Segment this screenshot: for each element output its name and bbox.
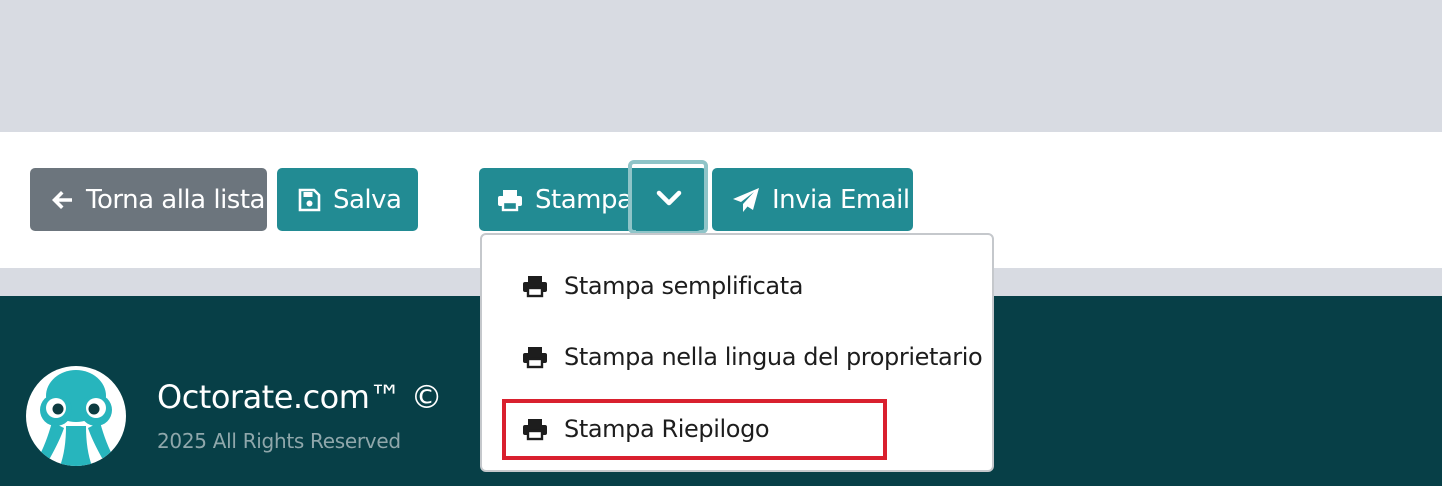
print-dropdown-menu: Stampa semplificata Stampa nella lingua … (480, 233, 994, 472)
chevron-down-icon (656, 189, 682, 211)
arrow-left-icon (50, 188, 74, 212)
back-button-label: Torna alla lista (86, 184, 265, 215)
octopus-logo (26, 366, 126, 466)
print-dropdown-toggle[interactable] (636, 168, 702, 231)
save-button-label: Salva (333, 184, 402, 215)
footer-brand: Octorate.com™ © (157, 378, 443, 416)
floppy-disk-icon (297, 188, 321, 212)
printer-icon (522, 345, 548, 369)
menu-item-print-owner-language[interactable]: Stampa nella lingua del proprietario (482, 329, 992, 385)
menu-item-print-summary[interactable]: Stampa Riepilogo (482, 401, 992, 457)
printer-icon (522, 274, 548, 298)
print-button-label: Stampa (535, 184, 633, 215)
paper-plane-icon (732, 187, 760, 213)
save-button[interactable]: Salva (277, 168, 418, 231)
menu-item-print-simplified[interactable]: Stampa semplificata (482, 258, 992, 314)
menu-item-label: Stampa semplificata (564, 272, 804, 300)
menu-item-label: Stampa nella lingua del proprietario (564, 343, 983, 371)
send-email-button[interactable]: Invia Email (712, 168, 913, 231)
top-band (0, 0, 1442, 132)
back-to-list-button[interactable]: Torna alla lista (30, 168, 267, 231)
printer-icon (497, 188, 523, 212)
footer-copyright: 2025 All Rights Reserved (157, 429, 401, 453)
send-email-label: Invia Email (772, 184, 910, 215)
printer-icon (522, 417, 548, 441)
menu-item-label: Stampa Riepilogo (564, 415, 770, 443)
